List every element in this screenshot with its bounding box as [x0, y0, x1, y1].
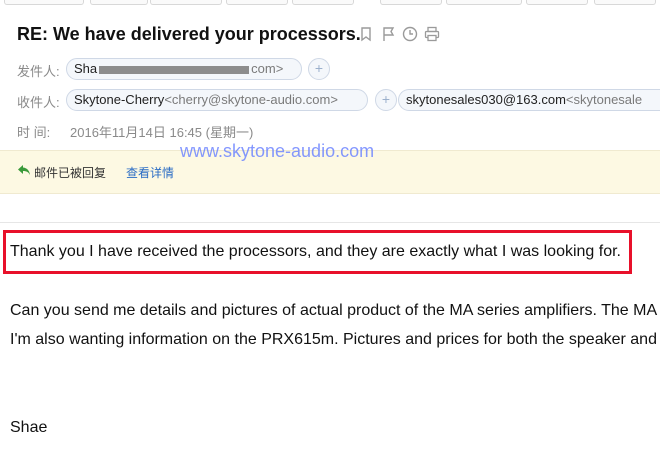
- sender-chip[interactable]: Sha com>: [66, 58, 302, 80]
- print-icon[interactable]: [424, 26, 440, 42]
- toolbar-tab[interactable]: [380, 0, 442, 5]
- toolbar-tab[interactable]: [226, 0, 288, 5]
- body-paragraph-request-cont: I'm also wanting information on the PRX6…: [10, 331, 657, 348]
- recipient-label: 收件人:: [17, 95, 60, 110]
- toolbar-strip: [0, 0, 660, 8]
- recipient-chip[interactable]: skytonesales030@163.com<skytonesale: [398, 89, 660, 111]
- recipient-address: <cherry@skytone-audio.com>: [164, 92, 338, 107]
- sender-address: com>: [251, 61, 284, 76]
- highlight-box: [3, 230, 632, 274]
- bookmark-icon[interactable]: [358, 26, 374, 42]
- toolbar-tab[interactable]: [150, 0, 222, 5]
- email-subject: RE: We have delivered your processors.: [17, 24, 361, 44]
- sender-label: 发件人:: [17, 64, 60, 79]
- toolbar-tab[interactable]: [594, 0, 656, 5]
- recipient-name: skytonesales030@163.com: [406, 92, 566, 107]
- flag-icon[interactable]: [380, 26, 396, 42]
- signature: Shae: [10, 419, 48, 436]
- redaction-bar: [99, 65, 250, 74]
- toolbar-tab[interactable]: [526, 0, 588, 5]
- subject-actions: [358, 26, 440, 42]
- clock-icon[interactable]: [402, 26, 418, 42]
- sent-time: 2016年11月14日 16:45 (星期一): [70, 125, 254, 140]
- body-paragraph-request: Can you send me details and pictures of …: [10, 302, 658, 319]
- toolbar-tab[interactable]: [90, 0, 148, 5]
- view-details-link[interactable]: 查看详情: [126, 164, 174, 181]
- add-recipient-button[interactable]: +: [375, 89, 397, 111]
- sender-name: Sha: [74, 61, 98, 76]
- time-label: 时 间:: [17, 125, 51, 140]
- toolbar-tab[interactable]: [446, 0, 522, 5]
- add-sender-button[interactable]: +: [308, 58, 330, 80]
- toolbar-tab[interactable]: [292, 0, 354, 5]
- recipient-chip[interactable]: Skytone-Cherry<cherry@skytone-audio.com>: [66, 89, 368, 111]
- recipient-name: Skytone-Cherry: [74, 92, 165, 107]
- reply-arrow-icon: [17, 163, 31, 182]
- watermark-text: www.skytone-audio.com: [180, 141, 375, 161]
- replied-status-text: 邮件已被回复: [34, 166, 107, 180]
- header-divider: [0, 222, 660, 223]
- toolbar-tab[interactable]: [4, 0, 84, 5]
- recipient-address: <skytonesale: [565, 92, 643, 107]
